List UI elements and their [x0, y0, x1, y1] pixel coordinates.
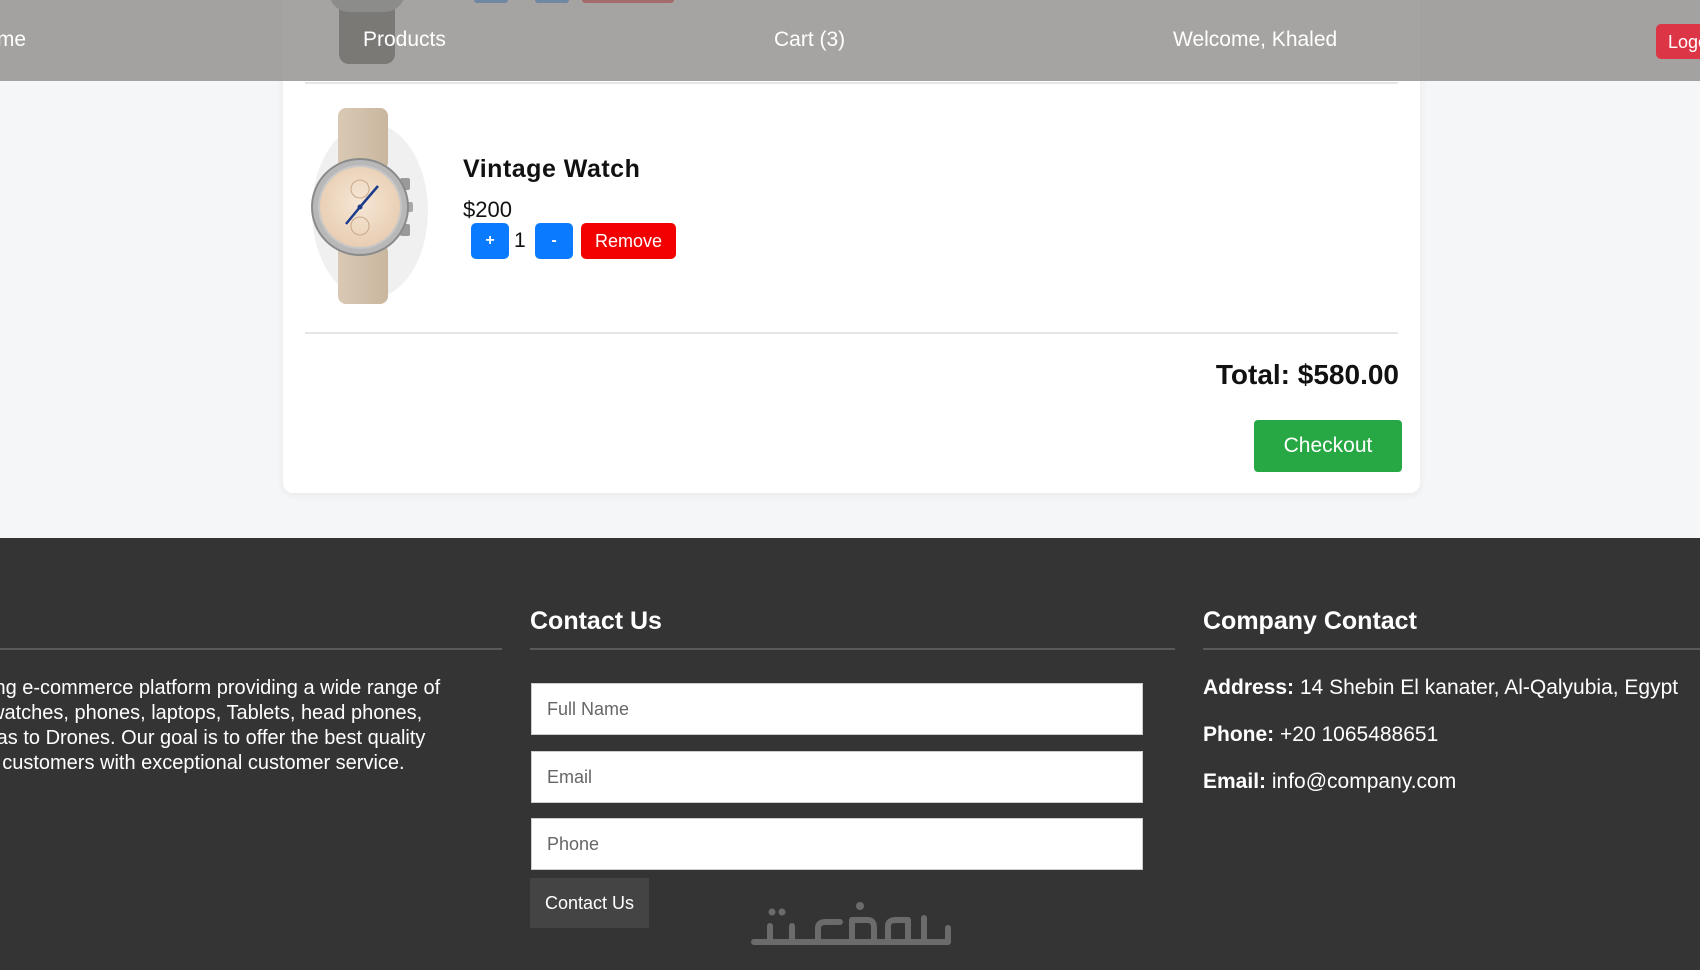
nav-welcome-text: Welcome, Khaled [1173, 28, 1338, 51]
contact-us-button[interactable]: Contact Us [530, 878, 649, 928]
top-navbar: Home Products Cart (3) Welcome, Khaled L… [0, 0, 1700, 81]
about-text-line: ing e-commerce platform providing a wide… [0, 677, 441, 699]
about-rule [0, 648, 502, 650]
contact-rule [530, 648, 1175, 650]
nav-cart-link[interactable]: Cart (3) [774, 28, 845, 52]
about-text-line: r customers with exceptional customer se… [0, 752, 405, 774]
nav-products-link[interactable]: Products [363, 28, 446, 52]
item-divider [305, 82, 1398, 84]
contact-us-heading: Contact Us [530, 607, 662, 635]
site-footer: ing e-commerce platform providing a wide… [0, 538, 1700, 970]
total-divider [305, 332, 1398, 334]
phone-input[interactable] [531, 818, 1143, 870]
phone-label: Phone: [1203, 723, 1275, 746]
remove-item-button[interactable]: Remove [581, 223, 676, 259]
email-value: info@company.com [1271, 770, 1457, 793]
item-name: Vintage Watch [463, 155, 641, 183]
about-text-line: ras to Drones. Our goal is to offer the … [0, 727, 426, 749]
full-name-input[interactable] [531, 683, 1143, 735]
nav-home-link[interactable]: Home [0, 28, 26, 52]
khamsat-watermark-logo [751, 902, 951, 945]
item-quantity: 1 [514, 229, 526, 252]
email-label: Email: [1203, 770, 1267, 793]
decrease-quantity-button[interactable]: - [535, 223, 573, 259]
vintage-watch-image [311, 108, 428, 304]
address-value: 14 Shebin El kanater, Al-Qalyubia, Egypt [1299, 676, 1679, 699]
email-input[interactable] [531, 751, 1143, 803]
checkout-button[interactable]: Checkout [1254, 420, 1402, 472]
cart-total: Total: $580.00 [1215, 359, 1399, 390]
logout-button[interactable]: Logout [1656, 24, 1700, 59]
company-email: Email: info@company.com [1203, 770, 1456, 794]
company-phone: Phone: +20 1065488651 [1203, 723, 1438, 747]
item-price: $200 [463, 197, 512, 222]
company-address: Address: 14 Shebin El kanater, Al-Qalyub… [1203, 676, 1678, 700]
about-text: ing e-commerce platform providing a wide… [0, 676, 490, 776]
address-label: Address: [1203, 676, 1295, 699]
company-rule [1203, 648, 1700, 650]
about-text-line: watches, phones, laptops, Tablets, head … [0, 702, 423, 724]
increase-quantity-button[interactable]: + [471, 223, 509, 259]
phone-value: +20 1065488651 [1280, 723, 1439, 746]
company-contact-heading: Company Contact [1203, 607, 1417, 635]
